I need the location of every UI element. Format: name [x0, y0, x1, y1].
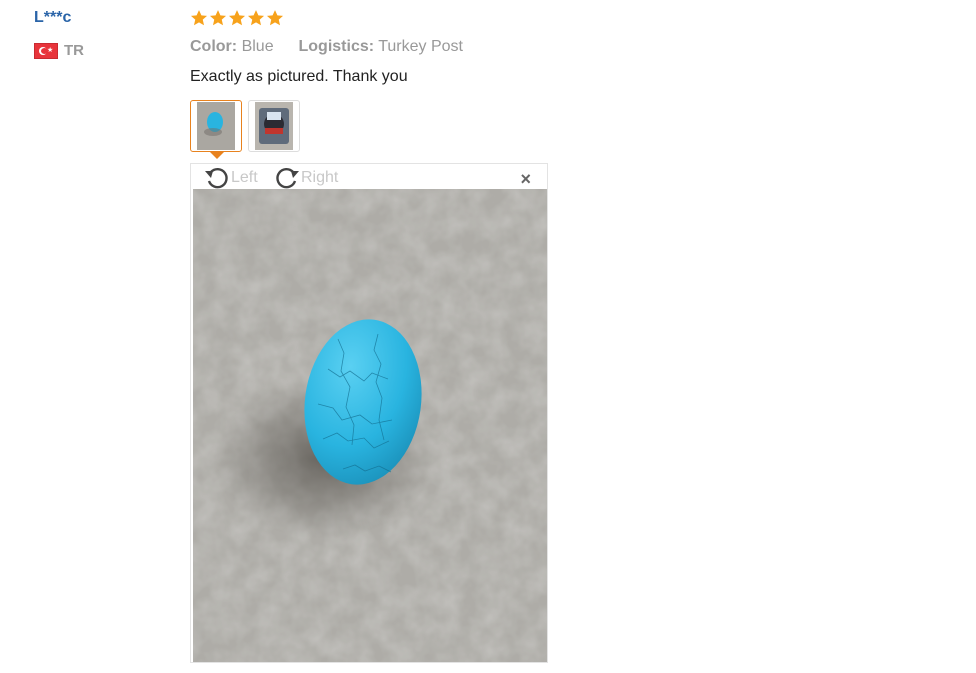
rotate-left-icon — [205, 167, 228, 189]
star-icon — [190, 10, 208, 26]
review-thumbnail-1[interactable] — [190, 100, 242, 159]
rotate-right-button[interactable]: Right — [273, 165, 338, 191]
rotate-left-label: Left — [231, 169, 258, 186]
egg-photo-thumbnail — [197, 102, 235, 150]
star-icon — [247, 10, 265, 26]
image-viewer: Left Right × — [190, 163, 548, 663]
reviewer-name[interactable]: L***c — [34, 9, 71, 27]
rotate-right-label: Right — [301, 169, 339, 186]
color-label: Color: — [190, 38, 238, 55]
country-code: TR — [64, 42, 84, 59]
close-viewer-button[interactable]: × — [520, 170, 531, 188]
star-icon — [209, 10, 227, 26]
review-thumbnail-2[interactable] — [248, 100, 300, 152]
color-value: Blue — [241, 38, 274, 55]
logistics-label: Logistics: — [298, 38, 375, 55]
review-photo — [193, 189, 547, 662]
review-attributes: Color: Blue Logistics: Turkey Post — [190, 38, 463, 56]
review-text: Exactly as pictured. Thank you — [190, 68, 408, 85]
star-icon — [228, 10, 246, 26]
star-rating — [190, 9, 284, 27]
rotate-right-icon — [276, 167, 299, 189]
star-icon — [266, 10, 284, 26]
package-photo-thumbnail — [255, 102, 293, 150]
rotate-left-button[interactable]: Left — [203, 165, 258, 191]
logistics-value: Turkey Post — [378, 38, 463, 55]
review-thumbnails — [190, 100, 300, 159]
turkey-flag-icon: ★ — [34, 42, 58, 59]
viewer-toolbar: Left Right × — [191, 164, 547, 190]
reviewer-country: ★ TR — [34, 42, 84, 59]
